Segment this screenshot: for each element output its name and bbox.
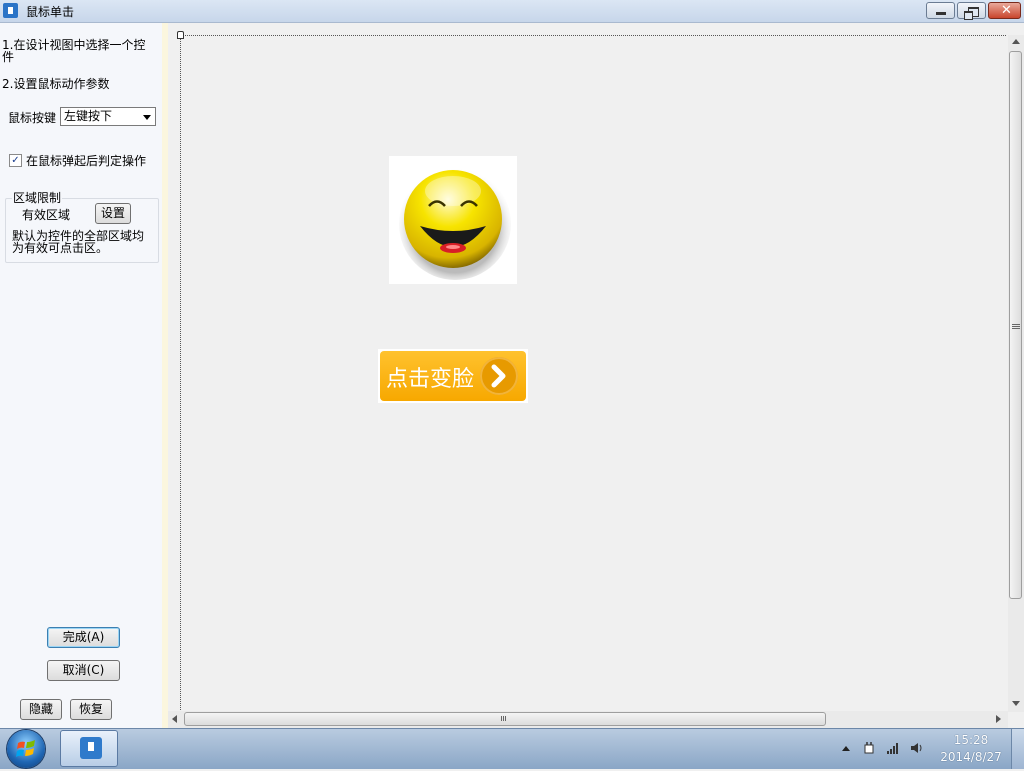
app-icon [3,3,18,18]
mouse-button-select[interactable]: 左键按下 [60,107,156,126]
volume-icon[interactable] [910,741,924,755]
window-title: 鼠标单击 [26,5,75,19]
minimize-button[interactable] [926,2,955,19]
design-canvas[interactable]: 点击变脸 [168,23,1024,728]
mouse-button-label: 鼠标按键 [8,111,57,125]
set-region-button[interactable]: 设置 [95,203,131,224]
grip-icon [1012,324,1020,329]
close-icon: ✕ [1001,3,1012,18]
lock-icon [177,31,184,39]
valid-area-label: 有效区域 [22,208,71,222]
grip-icon [501,716,506,721]
app-icon [80,737,102,759]
chevron-right-icon [480,357,518,395]
close-button[interactable]: ✕ [988,2,1021,19]
page-left-edge [180,35,181,710]
dropdown-arrow-icon [143,115,151,120]
page-top-edge [180,35,1006,36]
change-face-label: 点击变脸 [386,367,475,392]
scroll-right-icon[interactable] [996,715,1001,723]
system-clock[interactable]: 15:28 2014/8/27 [934,732,1008,766]
release-checkbox[interactable]: ✓ [9,154,22,167]
restore-icon [964,7,979,20]
vertical-scroll-thumb[interactable] [1009,51,1022,599]
scroll-up-icon[interactable] [1012,39,1020,44]
cancel-button[interactable]: 取消(C) [47,660,120,681]
hide-button[interactable]: 隐藏 [20,699,62,720]
region-description: 默认为控件的全部区域均为有效可点击区。 [12,229,145,255]
windows-logo-icon [16,740,35,757]
region-group-title: 区域限制 [12,189,63,206]
start-button[interactable] [7,730,45,768]
clock-time: 15:28 [953,733,989,747]
tray-expand-icon[interactable] [842,746,850,751]
step1-instruction: 1.在设计视图中选择一个控件 [2,38,146,64]
restore-panel-button[interactable]: 恢复 [70,699,112,720]
horizontal-scrollbar[interactable] [168,711,1008,728]
finish-button[interactable]: 完成(A) [47,627,120,648]
horizontal-scroll-thumb[interactable] [184,712,826,726]
settings-panel: 1.在设计视图中选择一个控件 2.设置鼠标动作参数 鼠标按键 左键按下 ✓ 在鼠… [0,23,163,728]
show-desktop-button[interactable] [1011,729,1024,769]
taskbar: 15:28 2014/8/27 [0,728,1024,769]
taskbar-app-button[interactable] [60,730,118,767]
mouse-button-value: 左键按下 [64,109,113,123]
release-checkbox-label[interactable]: 在鼠标弹起后判定操作 [26,152,146,169]
step2-instruction: 2.设置鼠标动作参数 [2,77,110,91]
title-bar: 鼠标单击 ✕ [0,0,1024,23]
scroll-left-icon[interactable] [172,715,177,723]
network-signal-icon[interactable] [886,741,900,755]
change-face-button[interactable]: 点击变脸 [378,349,528,403]
vertical-scrollbar[interactable] [1008,35,1024,712]
plug-icon[interactable] [862,741,876,755]
smiley-image[interactable] [389,156,517,284]
scroll-down-icon[interactable] [1012,701,1020,706]
smiley-face-icon [399,168,511,280]
minimize-icon [936,12,946,15]
restore-button[interactable] [957,2,986,20]
clock-date: 2014/8/27 [940,750,1002,764]
